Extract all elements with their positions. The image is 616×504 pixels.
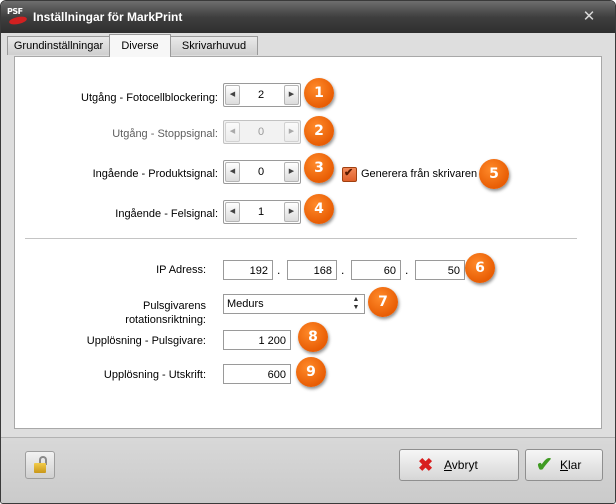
ip-octet-2[interactable]: 168 xyxy=(287,260,337,280)
produktsignal-value[interactable]: 0 xyxy=(240,161,282,183)
lock-button[interactable] xyxy=(25,451,55,479)
logo-swoosh xyxy=(8,15,28,26)
felsignal-label: Ingående - Felsignal: xyxy=(115,208,218,220)
increment-icon[interactable]: ▶ xyxy=(284,85,299,105)
rotation-label-line2: rotationsriktning: xyxy=(125,314,206,326)
ip-dot: . xyxy=(341,263,345,277)
ok-button[interactable]: ✔ Klar xyxy=(525,449,603,481)
fotocell-label: Utgång - Fotocellblockering: xyxy=(81,92,218,104)
rotation-select[interactable]: Medurs ▲ ▼ xyxy=(223,294,365,314)
checkmark-icon: ✔ xyxy=(536,454,553,476)
rotation-value: Medurs xyxy=(227,298,264,310)
stoppsignal-spinner: ◀ 0 ▶ xyxy=(223,120,301,144)
callout-badge-1: 1 xyxy=(304,78,334,108)
stoppsignal-label: Utgång - Stoppsignal: xyxy=(112,128,218,140)
ok-label: Klar xyxy=(560,458,582,472)
stoppsignal-value: 0 xyxy=(257,126,265,138)
ip-octet-4[interactable]: 50 xyxy=(415,260,465,280)
callout-badge-8: 8 xyxy=(298,322,328,352)
window-title: Inställningar för MarkPrint xyxy=(33,10,183,24)
rotation-label-line1: Pulsgivarens xyxy=(143,300,206,312)
tab-skrivarhuvud[interactable]: Skrivarhuvud xyxy=(170,36,258,55)
checkmark-icon: ✔ xyxy=(344,167,354,179)
ip-octet-1[interactable]: 192 xyxy=(223,260,273,280)
upplosning-pulsgivare-input[interactable]: 1 200 xyxy=(223,330,291,350)
cross-icon: ✖ xyxy=(418,455,434,475)
increment-icon[interactable]: ▶ xyxy=(284,162,299,182)
callout-badge-3: 3 xyxy=(304,153,334,183)
dialog-footer xyxy=(1,437,615,503)
decrement-icon[interactable]: ◀ xyxy=(225,202,240,222)
updown-arrows-icon: ▲ ▼ xyxy=(352,296,360,311)
title-bar: PSF Inställningar för MarkPrint ✕ xyxy=(1,1,615,33)
cancel-label: Avbryt xyxy=(444,458,478,472)
callout-badge-6: 6 xyxy=(465,253,495,283)
callout-badge-9: 9 xyxy=(296,357,326,387)
tab-strip: Grundinställningar Diverse Skrivarhuvud xyxy=(1,33,615,57)
section-divider xyxy=(25,238,577,240)
ip-dot: . xyxy=(277,263,281,277)
increment-icon[interactable]: ▶ xyxy=(284,202,299,222)
produktsignal-spinner[interactable]: ◀ 0 ▶ xyxy=(223,160,301,184)
callout-badge-7: 7 xyxy=(368,287,398,317)
fotocell-spinner[interactable]: ◀ 2 ▶ xyxy=(223,83,301,107)
felsignal-value[interactable]: 1 xyxy=(240,201,282,223)
produktsignal-label: Ingående - Produktsignal: xyxy=(92,168,218,180)
decrement-icon: ◀ xyxy=(225,122,240,142)
decrement-icon[interactable]: ◀ xyxy=(225,162,240,182)
logo-text: PSF xyxy=(7,7,23,16)
generera-label[interactable]: Generera från skrivaren xyxy=(361,167,477,181)
tab-grundinstallningar[interactable]: Grundinställningar xyxy=(7,36,110,55)
callout-badge-5: 5 xyxy=(479,159,509,189)
decrement-icon[interactable]: ◀ xyxy=(225,85,240,105)
ip-label: IP Adress: xyxy=(156,264,206,276)
upplosning-pulsgivare-label: Upplösning - Pulsgivare: xyxy=(86,335,206,347)
lock-icon xyxy=(34,463,46,473)
markprint-logo: PSF xyxy=(7,7,29,26)
increment-icon: ▶ xyxy=(284,122,299,142)
close-icon[interactable]: ✕ xyxy=(581,9,597,25)
upplosning-utskrift-label: Upplösning - Utskrift: xyxy=(103,369,206,381)
settings-dialog: PSF Inställningar för MarkPrint ✕ Grundi… xyxy=(0,0,616,504)
callout-badge-4: 4 xyxy=(304,194,334,224)
felsignal-spinner[interactable]: ◀ 1 ▶ xyxy=(223,200,301,224)
callout-badge-2: 2 xyxy=(304,116,334,146)
tab-diverse[interactable]: Diverse xyxy=(109,34,171,57)
fotocell-value[interactable]: 2 xyxy=(240,84,282,106)
ip-octet-3[interactable]: 60 xyxy=(351,260,401,280)
upplosning-utskrift-input[interactable]: 600 xyxy=(223,364,291,384)
diverse-panel: Utgång - Fotocellblockering: ◀ 2 ▶ 1 Utg… xyxy=(14,56,602,429)
cancel-button[interactable]: ✖ Avbryt xyxy=(399,449,519,481)
generera-checkbox[interactable]: ✔ xyxy=(342,167,357,182)
ip-dot: . xyxy=(405,263,409,277)
